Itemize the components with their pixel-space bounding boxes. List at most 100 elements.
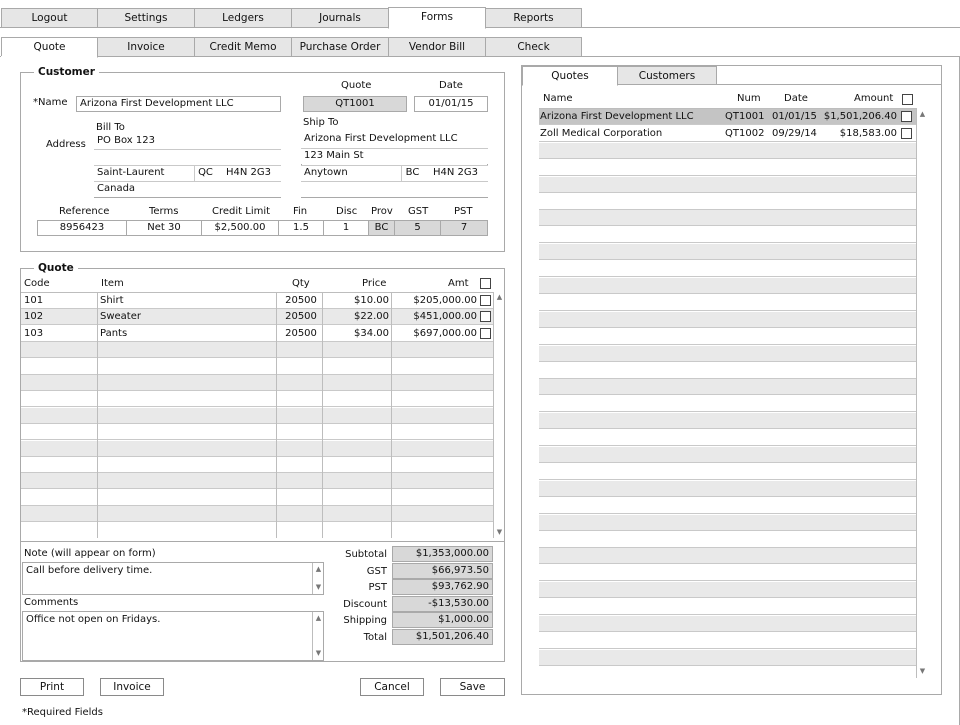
table-row[interactable] xyxy=(21,407,493,424)
list-item[interactable] xyxy=(539,142,916,159)
quote-number-field[interactable]: QT1001 xyxy=(303,96,407,112)
table-row[interactable] xyxy=(21,359,493,375)
tab-forms[interactable]: Forms xyxy=(388,7,486,29)
list-item[interactable] xyxy=(539,649,916,666)
quote-name-cell[interactable]: Arizona First Development LLC xyxy=(540,109,725,125)
ship-to-line2[interactable]: 123 Main St xyxy=(301,148,488,164)
scroll-down-icon[interactable]: ▼ xyxy=(495,528,504,537)
credit-limit-field[interactable]: $2,500.00 xyxy=(201,220,279,236)
table-row[interactable] xyxy=(21,424,493,441)
quote-date-cell[interactable]: 09/29/14 xyxy=(772,126,820,142)
subtab-credit-memo[interactable]: Credit Memo xyxy=(194,37,292,57)
prov-field[interactable]: BC xyxy=(368,220,395,236)
scroll-down-icon[interactable]: ▼ xyxy=(314,649,323,658)
list-item[interactable]: Arizona First Development LLC QT1001 01/01… xyxy=(539,109,916,125)
list-item[interactable] xyxy=(539,295,916,311)
price-cell[interactable]: $10.00 xyxy=(325,293,389,309)
amt-cell[interactable]: $205,000.00 xyxy=(393,293,477,309)
quote-name-cell[interactable]: Zoll Medical Corporation xyxy=(540,126,725,142)
item-cell[interactable]: Shirt xyxy=(100,293,270,309)
qty-cell[interactable]: 20500 xyxy=(279,309,323,325)
list-item[interactable] xyxy=(539,210,916,227)
list-item[interactable] xyxy=(539,311,916,328)
note-textarea[interactable]: Call before delivery time. ▲ ▼ xyxy=(22,562,324,595)
list-item[interactable] xyxy=(539,345,916,362)
bill-to-prov[interactable]: QC xyxy=(194,165,217,181)
ship-to-country[interactable] xyxy=(301,181,488,197)
list-item[interactable] xyxy=(539,227,916,244)
cancel-button[interactable]: Cancel xyxy=(360,678,424,696)
comments-textarea[interactable]: Office not open on Fridays. ▲ ▼ xyxy=(22,611,324,661)
subtab-check[interactable]: Check xyxy=(485,37,582,57)
terms-field[interactable]: Net 30 xyxy=(126,220,202,236)
price-cell[interactable]: $22.00 xyxy=(325,309,389,325)
gst-field[interactable]: 5 xyxy=(394,220,441,236)
ship-to-line1[interactable]: Arizona First Development LLC xyxy=(301,132,488,148)
table-row[interactable]: 103 Pants 20500 $34.00 $697,000.00 xyxy=(21,326,493,342)
list-item[interactable] xyxy=(539,480,916,497)
subtab-quote[interactable]: Quote xyxy=(1,37,98,58)
total-value-field[interactable]: $1,501,206.40 xyxy=(392,628,493,645)
ship-to-city[interactable]: Anytown xyxy=(301,165,402,181)
list-item[interactable] xyxy=(539,582,916,599)
table-row[interactable] xyxy=(21,391,493,408)
total-value-field[interactable]: $1,000.00 xyxy=(392,612,493,628)
table-row[interactable] xyxy=(21,342,493,359)
ship-to-prov[interactable]: BC xyxy=(401,165,424,181)
qty-cell[interactable]: 20500 xyxy=(279,293,323,309)
list-item[interactable] xyxy=(539,176,916,193)
ship-to-postal[interactable]: H4N 2G3 xyxy=(423,165,488,181)
quotes-select-all-checkbox[interactable] xyxy=(902,94,913,105)
print-button[interactable]: Print xyxy=(20,678,84,696)
quotes-list-scrollbar[interactable]: ▲ ▼ xyxy=(916,108,927,678)
table-row[interactable]: 102 Sweater 20500 $22.00 $451,000.00 xyxy=(21,309,493,326)
bill-to-line2[interactable] xyxy=(94,149,281,165)
list-item[interactable] xyxy=(539,667,916,678)
quote-date-cell[interactable]: 01/01/15 xyxy=(772,109,820,125)
table-row[interactable] xyxy=(21,457,493,473)
total-value-field[interactable]: -$13,530.00 xyxy=(392,595,493,612)
table-row[interactable] xyxy=(21,523,493,538)
bill-to-line1[interactable]: PO Box 123 xyxy=(94,134,281,150)
pst-field[interactable]: 7 xyxy=(440,220,488,236)
save-button[interactable]: Save xyxy=(440,678,505,696)
subtab-purchase-order[interactable]: Purchase Order xyxy=(291,37,389,57)
total-value-field[interactable]: $66,973.50 xyxy=(392,562,493,579)
amt-select-all-checkbox[interactable] xyxy=(480,278,491,289)
row-checkbox[interactable] xyxy=(480,295,491,306)
code-cell[interactable]: 103 xyxy=(24,326,94,342)
list-item[interactable] xyxy=(539,160,916,176)
quote-num-cell[interactable]: QT1001 xyxy=(725,109,769,125)
total-value-field[interactable]: $1,353,000.00 xyxy=(392,546,493,562)
list-item[interactable] xyxy=(539,616,916,632)
qty-cell[interactable]: 20500 xyxy=(279,326,323,342)
list-item[interactable] xyxy=(539,413,916,430)
scroll-down-icon[interactable]: ▼ xyxy=(918,667,927,676)
reference-field[interactable]: 8956423 xyxy=(37,220,127,236)
scroll-up-icon[interactable]: ▲ xyxy=(495,293,504,302)
total-value-field[interactable]: $93,762.90 xyxy=(392,579,493,595)
table-row[interactable] xyxy=(21,473,493,490)
tab-journals[interactable]: Journals xyxy=(291,8,389,28)
list-item[interactable] xyxy=(539,430,916,447)
list-item[interactable] xyxy=(539,464,916,480)
tab-customers[interactable]: Customers xyxy=(617,66,717,85)
invoice-button[interactable]: Invoice xyxy=(100,678,164,696)
item-cell[interactable]: Sweater xyxy=(100,309,270,325)
list-item[interactable] xyxy=(539,363,916,379)
amt-cell[interactable]: $451,000.00 xyxy=(393,309,477,325)
list-row-checkbox[interactable] xyxy=(901,127,912,139)
list-item[interactable] xyxy=(539,498,916,514)
bill-to-postal[interactable]: H4N 2G3 xyxy=(216,165,281,181)
tab-reports[interactable]: Reports xyxy=(485,8,582,28)
list-item[interactable] xyxy=(539,329,916,345)
subtab-vendor-bill[interactable]: Vendor Bill xyxy=(388,37,486,57)
tab-logout[interactable]: Logout xyxy=(1,8,98,28)
row-checkbox[interactable] xyxy=(480,327,491,339)
list-item[interactable]: Zoll Medical Corporation QT1002 09/29/14 $1… xyxy=(539,126,916,142)
customer-name-field[interactable]: Arizona First Development LLC xyxy=(76,96,281,112)
list-item[interactable] xyxy=(539,244,916,261)
quote-amount-cell[interactable]: $1,501,206.40 xyxy=(823,109,897,125)
row-checkbox[interactable] xyxy=(480,311,491,323)
list-item[interactable] xyxy=(539,396,916,413)
